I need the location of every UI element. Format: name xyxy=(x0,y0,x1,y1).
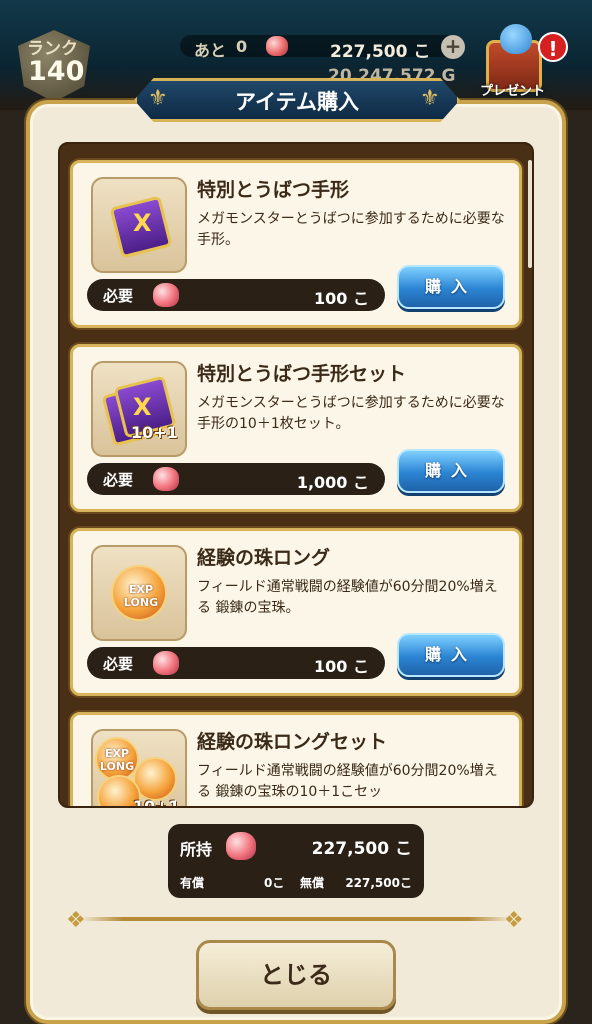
gem-icon xyxy=(153,651,179,675)
owned-label: 所持 xyxy=(180,840,213,859)
exp-orb-icon: EXP LONG xyxy=(111,565,167,621)
owned-gems-panel: 所持 227,500 こ 有償 0こ 無償 227,500こ xyxy=(168,824,424,898)
add-gems-button[interactable]: + xyxy=(441,35,465,59)
ornament-left-icon: ❖ xyxy=(66,908,86,933)
cost-value: 1,000 こ xyxy=(296,473,369,492)
cost-bar: 必要 100 こ xyxy=(87,647,385,679)
item-description: フィールド通常戦闘の経験値が60分間20%増える 鍛錬の宝珠の10＋1こセッ xyxy=(197,763,498,800)
ticket-x-mark: X xyxy=(133,393,152,421)
item-description: メガモンスターとうばつに参加するために必要な手形。 xyxy=(197,211,505,248)
alert-badge: ! xyxy=(538,32,568,62)
gem-icon xyxy=(153,283,179,307)
close-button[interactable]: とじる xyxy=(196,940,396,1010)
item-name: 経験の珠ロング xyxy=(197,547,331,569)
item-icon-frame: X xyxy=(91,177,187,273)
item-icon-frame: X 10+1 xyxy=(91,361,187,457)
item-description: フィールド通常戦闘の経験値が60分間20%増える 鍛錬の宝珠。 xyxy=(197,579,498,616)
cost-label: 必要 xyxy=(103,471,134,489)
item-description: メガモンスターとうばつに参加するために必要な手形の10＋1枚セット。 xyxy=(197,395,505,432)
list-item: EXP LONG 経験の珠ロング フィールド通常戦闘の経験値が60分間20%増え… xyxy=(70,528,522,696)
list-scrollbar[interactable] xyxy=(528,160,532,268)
remain-value: 0 xyxy=(236,37,248,56)
set-badge: 10+1 xyxy=(131,423,178,442)
cost-value: 100 こ xyxy=(314,289,369,308)
present-label[interactable]: プレゼント xyxy=(480,80,545,99)
owned-value: 227,500 こ xyxy=(311,839,412,859)
cost-bar: 必要 100 こ xyxy=(87,279,385,311)
remain-label: あと xyxy=(194,41,227,60)
cost-value: 100 こ xyxy=(314,657,369,676)
free-label: 無償 xyxy=(300,876,325,890)
gem-icon xyxy=(153,467,179,491)
cost-bar: 必要 1,000 こ xyxy=(87,463,385,495)
cost-label: 必要 xyxy=(103,287,134,305)
ornament-right-icon: ❖ xyxy=(504,908,524,933)
cost-label: 必要 xyxy=(103,655,134,673)
item-name: 特別とうばつ手形セット xyxy=(197,363,407,385)
orb-label: EXP LONG xyxy=(123,583,159,609)
paid-value: 0こ xyxy=(264,876,285,890)
set-badge: 10+1 xyxy=(133,797,180,806)
divider xyxy=(80,917,512,921)
slime-icon xyxy=(500,24,532,54)
orb-label: EXP LONG xyxy=(99,747,135,773)
item-icon-frame: EXP LONG xyxy=(91,545,187,641)
item-name: 特別とうばつ手形 xyxy=(197,179,350,201)
gem-icon xyxy=(226,832,256,860)
list-item: EXP LONG 10+1 経験の珠ロングセット フィールド通常戦闘の経験値が6… xyxy=(70,712,522,806)
item-name: 経験の珠ロングセット xyxy=(197,731,388,753)
gem-icon xyxy=(266,36,288,56)
buy-button[interactable]: 購入 xyxy=(397,633,505,677)
list-item: X 特別とうばつ手形 メガモンスターとうばつに参加するために必要な手形。 必要 … xyxy=(70,160,522,328)
gem-count: 227,500 こ xyxy=(330,42,431,62)
rank-value: 140 xyxy=(28,56,85,87)
list-clip: EXP LONG 10+1 経験の珠ロングセット フィールド通常戦闘の経験値が6… xyxy=(60,700,532,806)
free-value: 227,500こ xyxy=(345,876,412,890)
list-item: X 10+1 特別とうばつ手形セット メガモンスターとうばつに参加するために必要… xyxy=(70,344,522,512)
dialog-title: アイテム購入 xyxy=(235,90,359,114)
item-icon-frame: EXP LONG 10+1 xyxy=(91,729,187,806)
paid-label: 有償 xyxy=(180,876,205,890)
ticket-x-mark: X xyxy=(133,209,152,237)
buy-button[interactable]: 購入 xyxy=(397,265,505,309)
buy-button[interactable]: 購入 xyxy=(397,449,505,493)
